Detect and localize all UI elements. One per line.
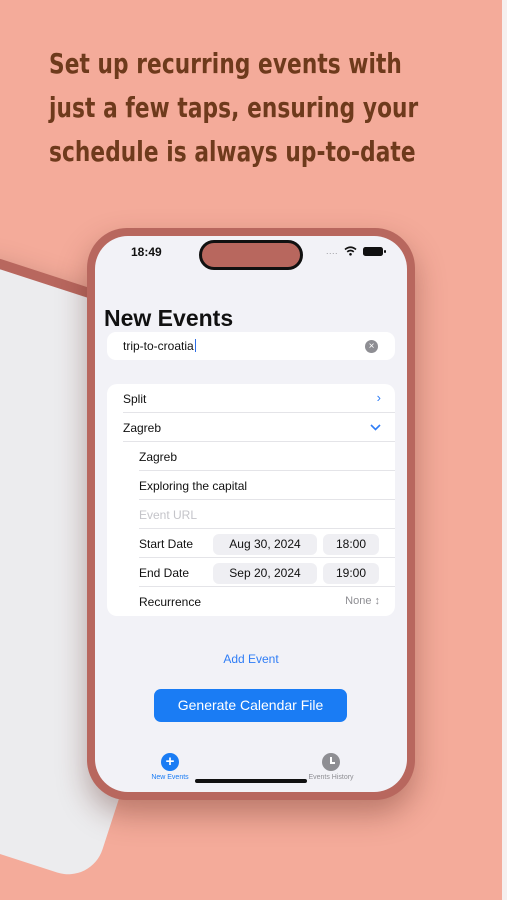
battery-icon: [363, 246, 386, 256]
event-name-value: Zagreb: [139, 450, 178, 464]
add-event-button[interactable]: Add Event: [95, 652, 407, 666]
headline-line-1: Set up recurring events with: [49, 47, 402, 80]
text-caret: [194, 339, 197, 352]
phone-screen: 18:49 .... New Events trip-to-croatia × …: [95, 236, 407, 792]
recurrence-label: Recurrence: [139, 595, 202, 609]
event-description-value: Exploring the capital: [139, 479, 248, 493]
chevron-right-icon: ›: [376, 390, 381, 405]
start-date-label: Start Date: [139, 537, 194, 551]
chevron-down-icon: [370, 424, 381, 431]
end-date-row: End Date Sep 20, 2024 19:00: [107, 558, 395, 587]
search-input-value: trip-to-croatia: [123, 339, 197, 353]
clock-icon: [322, 753, 340, 771]
home-indicator: [195, 779, 307, 783]
events-list: Split › Zagreb Zagreb Exploring the capi…: [107, 384, 395, 616]
end-date-picker[interactable]: Sep 20, 2024: [213, 563, 317, 584]
start-date-picker[interactable]: Aug 30, 2024: [213, 534, 317, 555]
headline-line-2: just a few taps, ensuring your: [49, 91, 419, 124]
promo-headline: Set up recurring events with just a few …: [49, 42, 419, 174]
event-description-field[interactable]: Exploring the capital: [107, 471, 395, 500]
tab-events-history[interactable]: Events History: [286, 753, 376, 781]
start-time-picker[interactable]: 18:00: [323, 534, 379, 555]
start-date-row: Start Date Aug 30, 2024 18:00: [107, 529, 395, 558]
end-date-label: End Date: [139, 566, 190, 580]
event-name-field[interactable]: Zagreb: [107, 442, 395, 471]
end-time-picker[interactable]: 19:00: [323, 563, 379, 584]
recurrence-row: Recurrence None ↕: [107, 587, 395, 616]
right-edge-strip: [502, 0, 507, 900]
event-row-label: Split: [123, 392, 147, 406]
event-url-placeholder: Event URL: [139, 508, 198, 522]
event-url-field[interactable]: Event URL: [107, 500, 395, 529]
event-row-zagreb[interactable]: Zagreb: [107, 413, 395, 442]
tab-new-events[interactable]: + New Events: [125, 753, 215, 781]
wifi-icon: [344, 246, 357, 256]
status-time: 18:49: [131, 245, 162, 259]
page-title: New Events: [104, 305, 234, 331]
clear-icon[interactable]: ×: [365, 340, 378, 353]
dynamic-island: [199, 240, 303, 270]
recurrence-picker[interactable]: None ↕: [345, 595, 380, 607]
phone-mockup: 18:49 .... New Events trip-to-croatia × …: [87, 228, 415, 800]
event-row-label: Zagreb: [123, 421, 162, 435]
generate-calendar-button[interactable]: Generate Calendar File: [154, 689, 347, 722]
headline-line-3: schedule is always up-to-date: [49, 135, 416, 168]
plus-circle-icon: +: [161, 753, 179, 771]
signal-icon: ....: [325, 246, 338, 256]
event-row-split[interactable]: Split ›: [107, 384, 395, 413]
search-input[interactable]: trip-to-croatia ×: [107, 332, 395, 360]
status-icons: ....: [325, 246, 386, 256]
